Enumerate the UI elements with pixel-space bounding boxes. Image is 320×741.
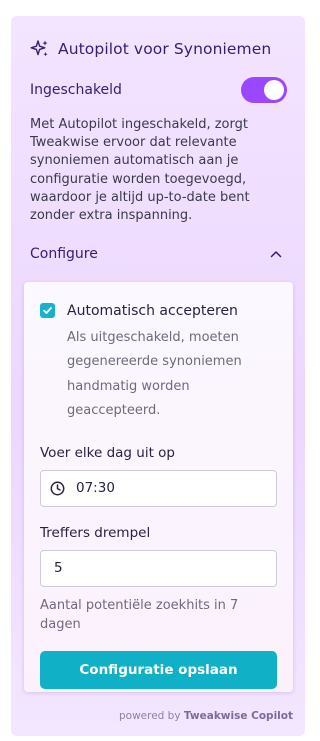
auto-accept-text: Automatisch accepteren Als uitgeschakeld… [67, 302, 267, 424]
save-configuration-button[interactable]: Configuratie opslaan [40, 650, 277, 689]
toggle-knob [264, 80, 284, 100]
enabled-label: Ingeschakeld [30, 82, 122, 98]
enabled-toggle[interactable] [241, 77, 287, 103]
clock-icon [50, 481, 65, 496]
schedule-label: Voer elke dag uit op [40, 444, 176, 461]
auto-accept-label[interactable]: Automatisch accepteren [67, 302, 267, 320]
enabled-row: Ingeschakeld [30, 77, 287, 103]
threshold-value: 5 [54, 560, 63, 577]
auto-accept-checkbox[interactable] [40, 303, 55, 318]
powered-by-prefix: powered by [118, 710, 181, 722]
configure-label: Configure [30, 246, 98, 263]
sparkle-icon [30, 40, 48, 57]
panel-header: Autopilot voor Synoniemen [30, 36, 287, 62]
auto-accept-row: Automatisch accepteren Als uitgeschakeld… [40, 302, 277, 424]
autopilot-description: Met Autopilot ingeschakeld, zorgt Tweakw… [30, 117, 250, 224]
schedule-time-input[interactable]: 07:30 [40, 469, 277, 507]
configure-card: Automatisch accepteren Als uitgeschakeld… [24, 282, 293, 692]
powered-by-brand[interactable]: Tweakwise Copilot [184, 710, 293, 722]
threshold-input[interactable]: 5 [40, 549, 277, 587]
threshold-help: Aantal potentiële zoekhits in 7 dagen [40, 597, 239, 633]
panel-title: Autopilot voor Synoniemen [58, 40, 272, 58]
configure-toggle[interactable]: Configure [30, 243, 287, 265]
auto-accept-help: Als uitgeschakeld, moeten gegenereerde s… [67, 330, 242, 419]
chevron-up-icon[interactable] [269, 247, 283, 261]
powered-by: powered by Tweakwise Copilot [119, 710, 293, 722]
threshold-label: Treffers drempel [40, 524, 151, 541]
schedule-time-value: 07:30 [76, 480, 115, 497]
check-icon [43, 307, 52, 314]
autopilot-panel: Autopilot voor Synoniemen Ingeschakeld M… [11, 16, 305, 736]
